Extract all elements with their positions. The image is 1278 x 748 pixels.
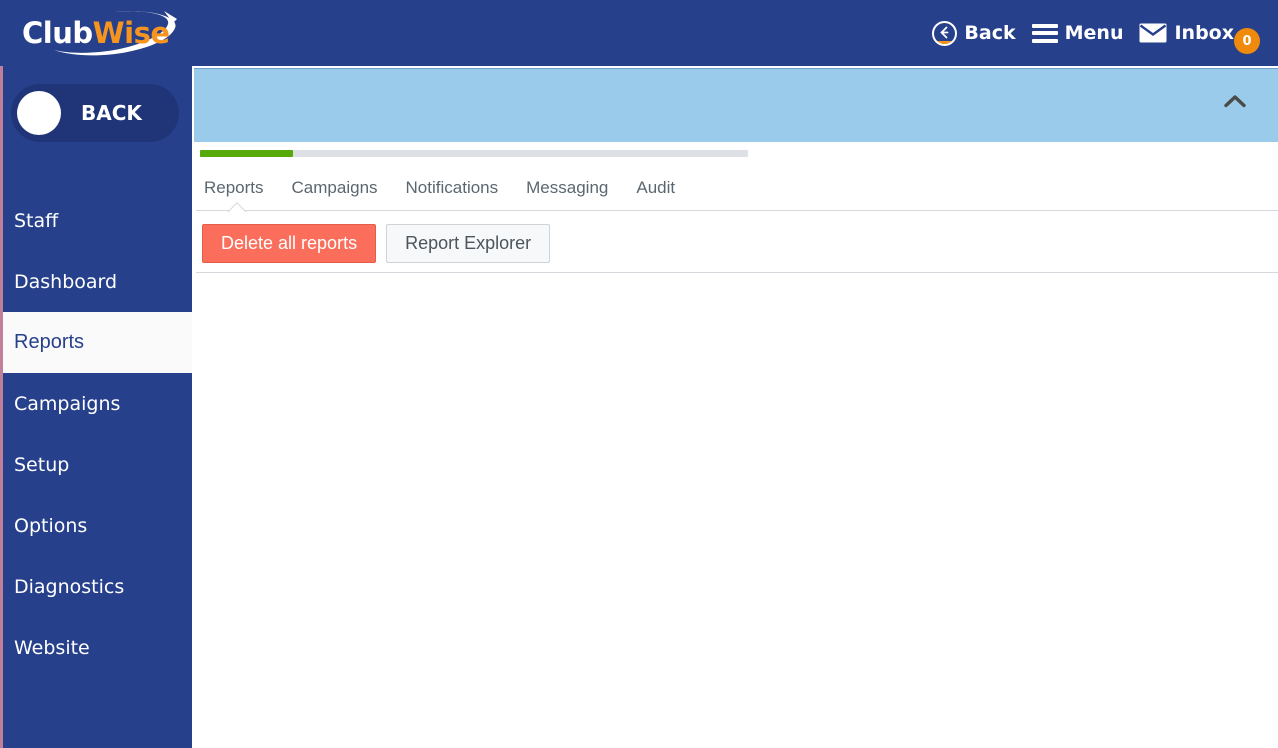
tab-audit[interactable]: Audit — [636, 178, 675, 198]
active-tab-caret-icon — [224, 199, 250, 212]
tab-label: Notifications — [405, 178, 499, 197]
main-area: Reports Campaigns Notifications Messagin… — [192, 66, 1278, 748]
delete-all-reports-button[interactable]: Delete all reports — [202, 224, 377, 263]
arrow-left-icon — [941, 26, 949, 38]
sidebar-item-campaigns[interactable]: Campaigns — [3, 373, 192, 434]
tab-campaigns[interactable]: Campaigns — [292, 178, 378, 198]
top-bar: ClubWise Back Menu Inbox 0 — [0, 0, 1278, 66]
sidebar-nav-list: Staff Dashboard Reports Campaigns Setup … — [3, 190, 192, 678]
logo-text-club: Club — [22, 16, 93, 50]
progress-bar-fill — [200, 150, 294, 157]
delete-all-reports-label: Delete all reports — [221, 233, 358, 253]
top-nav-back[interactable]: Back — [932, 20, 1016, 46]
sidebar-item-diagnostics[interactable]: Diagnostics — [3, 556, 192, 617]
sidebar-item-reports[interactable]: Reports — [3, 312, 192, 373]
sidebar-item-label: Reports — [14, 331, 85, 353]
top-nav-menu-label: Menu — [1064, 22, 1124, 44]
sidebar-back-toggle[interactable]: BACK — [11, 84, 179, 142]
tab-bar: Reports Campaigns Notifications Messagin… — [192, 166, 1278, 210]
report-explorer-button[interactable]: Report Explorer — [386, 224, 551, 263]
app-root: ClubWise Back Menu Inbox 0 BACK Staff Da… — [0, 0, 1278, 748]
chevron-up-icon[interactable] — [1224, 94, 1246, 108]
tab-label: Messaging — [526, 178, 609, 197]
sidebar-item-label: Website — [14, 636, 90, 659]
progress-bar — [200, 150, 748, 157]
top-nav-menu[interactable]: Menu — [1031, 22, 1124, 44]
tab-label: Campaigns — [291, 178, 378, 197]
tab-label: Audit — [636, 178, 676, 197]
clubwise-logo[interactable]: ClubWise — [14, 6, 184, 60]
sidebar-back-toggle-label: BACK — [81, 101, 142, 125]
sidebar-item-options[interactable]: Options — [3, 495, 192, 556]
sidebar-item-label: Dashboard — [14, 270, 118, 293]
logo-text: ClubWise — [22, 16, 170, 50]
toggle-knob — [17, 91, 61, 135]
logo-text-wise: Wise — [92, 16, 170, 50]
tab-reports[interactable]: Reports — [204, 178, 264, 198]
sidebar-item-label: Staff — [14, 209, 59, 232]
report-explorer-label: Report Explorer — [405, 233, 532, 253]
content-area — [196, 273, 1278, 748]
top-nav-inbox-label: Inbox — [1174, 22, 1234, 44]
top-nav-back-label: Back — [964, 22, 1016, 44]
inbox-badge: 0 — [1234, 28, 1260, 54]
sidebar-item-label: Campaigns — [14, 392, 121, 415]
tab-label: Reports — [204, 178, 264, 197]
top-nav: Back Menu Inbox 0 — [916, 0, 1264, 66]
sidebar: BACK Staff Dashboard Reports Campaigns S… — [0, 66, 192, 748]
sidebar-item-staff[interactable]: Staff — [3, 190, 192, 251]
tab-notifications[interactable]: Notifications — [406, 178, 499, 198]
sidebar-item-label: Options — [14, 514, 88, 537]
hamburger-icon — [1031, 23, 1058, 43]
sidebar-item-dashboard[interactable]: Dashboard — [3, 251, 192, 312]
tab-messaging[interactable]: Messaging — [526, 178, 608, 198]
back-circle-icon — [932, 20, 958, 46]
sidebar-item-setup[interactable]: Setup — [3, 434, 192, 495]
sidebar-item-label: Setup — [14, 453, 70, 476]
envelope-icon — [1139, 23, 1167, 43]
toolbar-buttons: Delete all reports Report Explorer — [202, 224, 551, 263]
top-nav-inbox[interactable]: Inbox 0 — [1139, 22, 1260, 54]
sidebar-item-label: Diagnostics — [14, 575, 125, 598]
page-header-panel — [194, 68, 1278, 142]
toolbar-panel: Delete all reports Report Explorer — [196, 202, 1278, 273]
sidebar-item-website[interactable]: Website — [3, 617, 192, 678]
